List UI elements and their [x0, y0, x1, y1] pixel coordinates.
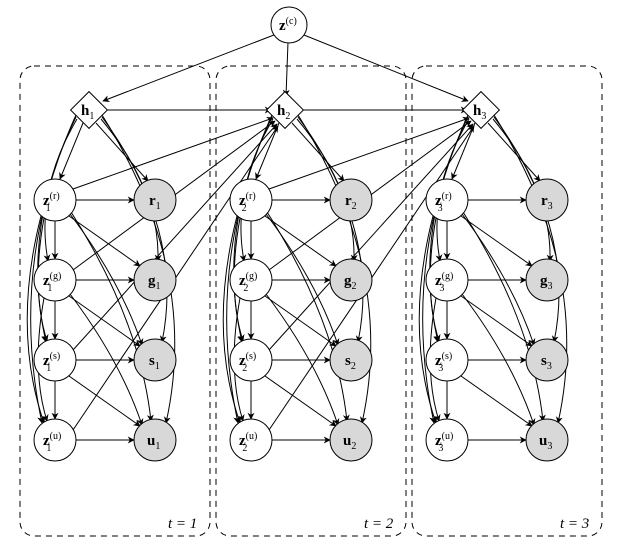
plate-label-t3: t = 3	[560, 516, 589, 532]
edges	[27, 33, 567, 440]
node-s-1	[134, 339, 176, 381]
graphical-model-diagram: z(c) h1 h2 h3 z(r)1 r1 z(g)1 g1 z(s)1 s1…	[0, 0, 620, 548]
node-s-2	[330, 339, 372, 381]
plate-label-t2: t = 2	[364, 516, 394, 532]
node-s-3	[526, 339, 568, 381]
node-h-1: h1	[71, 92, 108, 129]
plate-label-t1: t = 1	[168, 516, 197, 532]
